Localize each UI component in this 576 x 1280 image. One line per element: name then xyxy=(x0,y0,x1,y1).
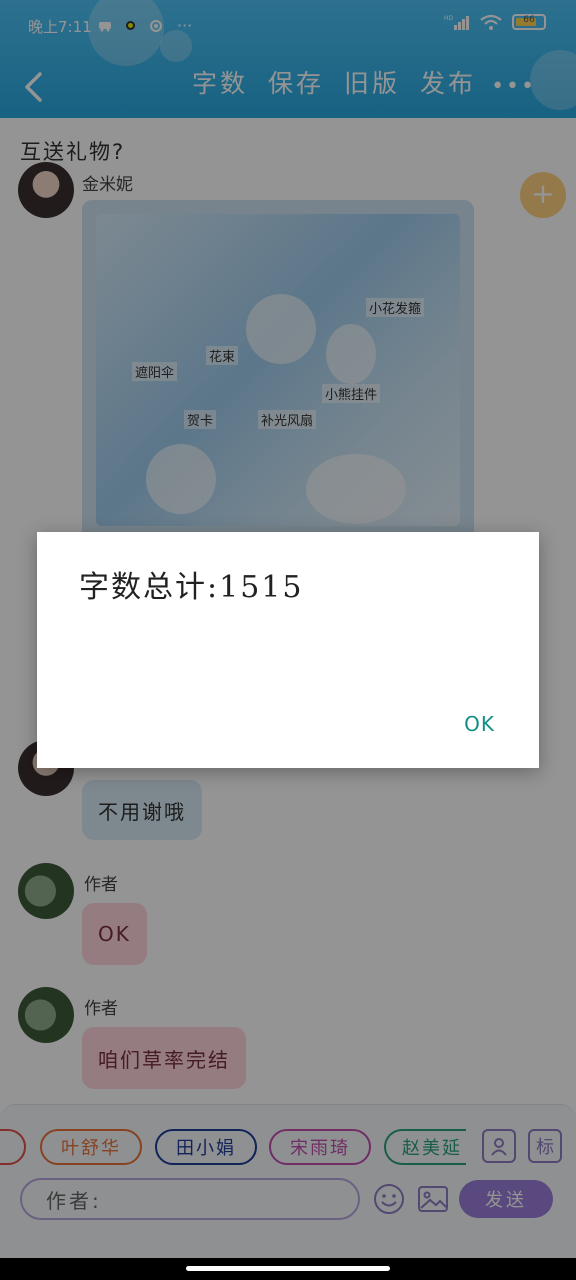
dialog-message: 字数总计:1515 xyxy=(79,570,304,605)
dialog-ok-button[interactable]: OK xyxy=(464,712,495,736)
home-gesture-handle[interactable] xyxy=(186,1266,390,1271)
word-count-dialog: 字数总计:1515 OK xyxy=(37,532,539,768)
